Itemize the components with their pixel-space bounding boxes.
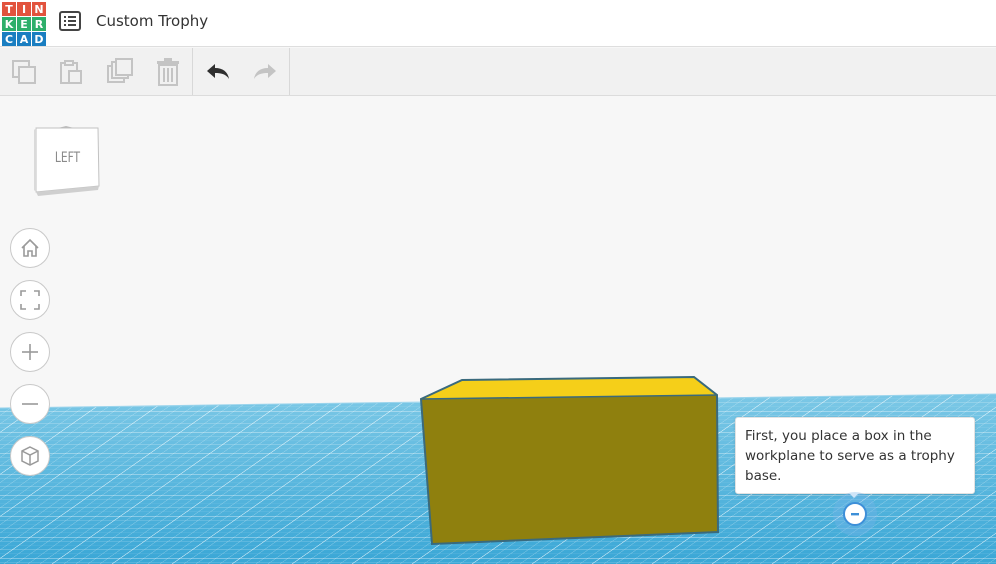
zoom-out-icon: [22, 403, 38, 405]
perspective-icon: [21, 446, 39, 466]
duplicate-button[interactable]: [104, 56, 136, 88]
tutorial-tooltip-text: First, you place a box in the workplane …: [745, 428, 955, 484]
redo-button[interactable]: [249, 56, 281, 88]
copy-icon: [12, 60, 36, 84]
copy-button[interactable]: [8, 56, 40, 88]
logo-letter: K: [2, 17, 16, 31]
logo-letter: D: [32, 32, 46, 46]
design-title[interactable]: Custom Trophy: [96, 11, 208, 31]
list-icon: [59, 11, 81, 31]
logo-letter: E: [17, 17, 31, 31]
perspective-toggle-button[interactable]: [10, 436, 50, 476]
zoom-in-button[interactable]: [10, 332, 50, 372]
delete-button[interactable]: [152, 56, 184, 88]
logo-letter: A: [17, 32, 31, 46]
minus-icon: [851, 513, 859, 516]
home-icon: [21, 238, 39, 257]
fit-view-icon: [20, 290, 40, 310]
box-front-face: [421, 395, 718, 544]
logo-letter: N: [32, 2, 46, 16]
tinkercad-logo[interactable]: TIN KER CAD: [2, 2, 46, 46]
toolbar-divider: [192, 48, 193, 95]
logo-letter: T: [2, 2, 16, 16]
edit-toolbar: [0, 48, 996, 96]
header-bar: TIN KER CAD Custom Trophy: [0, 0, 996, 47]
tutorial-hotspot-inner: [843, 502, 867, 526]
toolbar-divider: [289, 48, 290, 95]
paste-icon: [60, 60, 82, 84]
fit-view-button[interactable]: [10, 280, 50, 320]
zoom-in-icon: [22, 344, 38, 360]
tutorial-hotspot-button[interactable]: [833, 492, 877, 536]
undo-button[interactable]: [202, 56, 234, 88]
view-cube[interactable]: LEFT: [32, 126, 102, 202]
3d-workplane-viewport[interactable]: LEFT First, you place a box in the workp…: [0, 96, 996, 564]
home-view-button[interactable]: [10, 228, 50, 268]
box-shape[interactable]: [419, 375, 720, 546]
design-menu-button[interactable]: [58, 9, 82, 33]
delete-icon: [157, 58, 179, 86]
logo-letter: I: [17, 2, 31, 16]
zoom-out-button[interactable]: [10, 384, 50, 424]
view-cube-face-label: LEFT: [54, 150, 81, 166]
paste-button[interactable]: [55, 56, 87, 88]
redo-icon: [254, 64, 276, 79]
duplicate-icon: [107, 58, 133, 83]
logo-letter: C: [2, 32, 16, 46]
undo-icon: [207, 64, 229, 79]
tutorial-tooltip: First, you place a box in the workplane …: [735, 417, 975, 494]
logo-letter: R: [32, 17, 46, 31]
